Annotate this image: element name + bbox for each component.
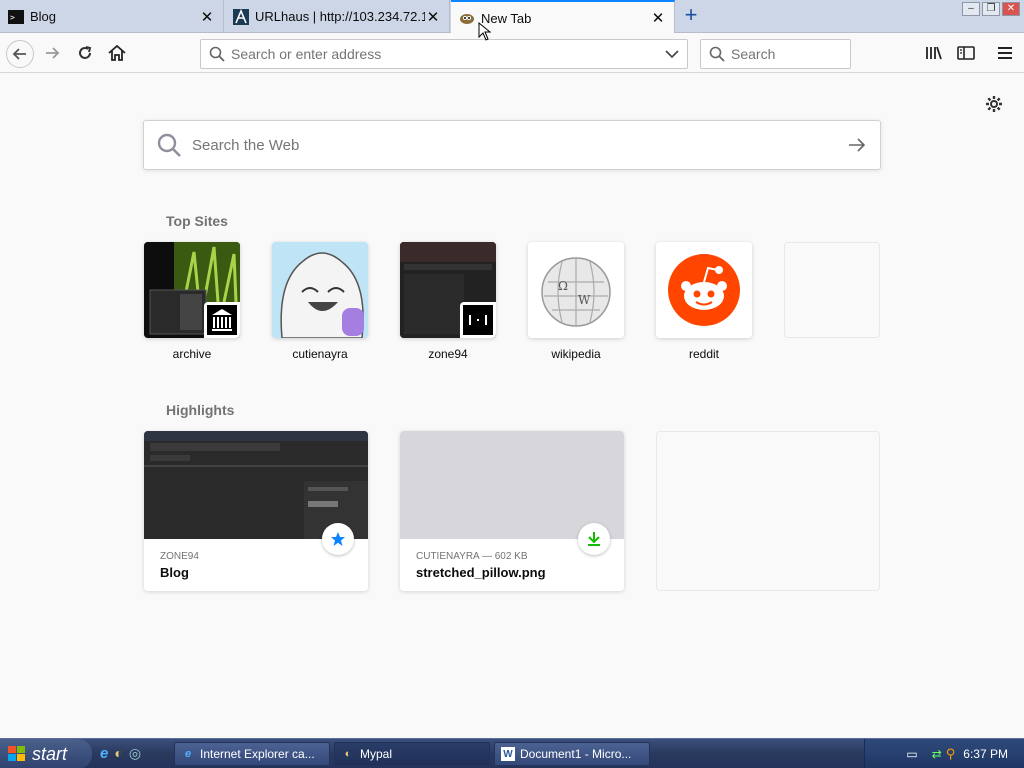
taskbar-task-mypal[interactable]: ◐ Mypal: [334, 742, 490, 766]
tab-title: New Tab: [481, 10, 532, 26]
minimize-icon[interactable]: –: [962, 2, 980, 16]
site-label: archive: [172, 347, 212, 361]
start-button[interactable]: start: [0, 739, 92, 768]
web-search-input[interactable]: [192, 125, 848, 165]
empty-site-placeholder: [784, 242, 880, 338]
top-site-empty-slot: [784, 242, 880, 338]
top-sites-heading: Top Sites: [166, 213, 228, 229]
search-icon: [209, 46, 225, 62]
close-tab-icon[interactable]: ✕: [650, 10, 666, 27]
app-quicklaunch-icon[interactable]: ◎: [129, 745, 141, 762]
svg-text:W: W: [578, 293, 591, 307]
library-icon[interactable]: [922, 41, 946, 65]
web-search-box[interactable]: [143, 120, 881, 170]
close-tab-icon[interactable]: ✕: [425, 9, 441, 26]
terminal-icon: >: [8, 9, 24, 25]
taskbar-task-word[interactable]: W Document1 - Micro...: [494, 742, 650, 766]
forward-arrow-icon[interactable]: [40, 41, 64, 65]
download-icon: [578, 523, 610, 555]
site-thumbnail: [144, 242, 240, 338]
sidebar-toggle-icon[interactable]: [954, 41, 978, 65]
new-tab-plus-icon[interactable]: +: [680, 4, 702, 27]
restore-icon[interactable]: ❐: [982, 2, 1000, 16]
svg-text:>: >: [10, 13, 15, 22]
site-label: wikipedia: [551, 347, 601, 361]
mouse-cursor-icon: [478, 21, 492, 47]
highlight-card-stretched-pillow[interactable]: CUTIENAYRA — 602 KB stretched_pillow.png: [400, 431, 624, 591]
reload-icon[interactable]: [73, 41, 97, 65]
mypal-icon: [459, 10, 475, 26]
task-label: Internet Explorer ca...: [200, 747, 315, 761]
search-icon: [156, 132, 182, 158]
tab-title: Blog: [30, 9, 57, 24]
hamburger-menu-icon[interactable]: [993, 41, 1017, 65]
tab-strip: > Blog ✕ URLhaus | http://103.234.72.163…: [0, 0, 1024, 34]
quick-launch: e ◐ ◎: [100, 745, 141, 762]
close-window-icon[interactable]: ✕: [1002, 2, 1020, 16]
highlight-title: Blog: [160, 565, 189, 580]
cutienayra-site-icon: [332, 302, 368, 338]
highlight-empty-slot: [656, 431, 880, 591]
start-label: start: [32, 743, 68, 764]
chevron-down-icon[interactable]: [665, 49, 679, 59]
mypal-quicklaunch-icon[interactable]: ◐: [114, 745, 122, 762]
top-site-archive[interactable]: archive: [144, 242, 240, 361]
task-label: Document1 - Micro...: [520, 747, 632, 761]
pong-site-icon: [460, 302, 496, 338]
internet-explorer-icon[interactable]: e: [100, 745, 108, 762]
reddit-icon: [656, 242, 752, 338]
site-label: cutienayra: [292, 347, 348, 361]
search-bar[interactable]: [700, 39, 851, 69]
search-icon: [709, 46, 725, 62]
address-input[interactable]: [231, 42, 665, 66]
highlight-card-zone94[interactable]: ZONE94 Blog: [144, 431, 368, 591]
url-bar[interactable]: [200, 39, 688, 69]
window-controls: – ❐ ✕: [962, 2, 1020, 16]
arrow-right-icon[interactable]: [848, 138, 866, 152]
archive-site-icon: [204, 302, 240, 338]
system-tray: ▭ ⇄ ⚲ 6:37 PM: [864, 739, 1024, 768]
navigation-toolbar: [0, 33, 1024, 73]
internet-explorer-icon: e: [184, 748, 192, 760]
windows-taskbar: start e ◐ ◎ e Internet Explorer ca... ◐ …: [0, 738, 1024, 768]
clock: 6:37 PM: [963, 747, 1008, 761]
highlight-meta: CUTIENAYRA — 602 KB: [416, 551, 528, 562]
highlights-heading: Highlights: [166, 402, 235, 418]
tab-urlhaus[interactable]: URLhaus | http://103.234.72.163 ✕: [225, 0, 450, 33]
home-icon[interactable]: [105, 41, 129, 65]
top-site-cutienayra[interactable]: cutienayra: [272, 242, 368, 361]
task-label: Mypal: [360, 747, 393, 761]
mypal-icon: ◐: [344, 748, 352, 760]
bookmark-star-icon: [322, 523, 354, 555]
keyboard-icon[interactable]: ▭: [906, 747, 917, 761]
taskbar-task-internet-explorer[interactable]: e Internet Explorer ca...: [174, 742, 330, 766]
site-thumbnail: [272, 242, 368, 338]
svg-text:Ω: Ω: [558, 279, 568, 293]
top-site-reddit[interactable]: reddit: [656, 242, 752, 361]
gear-icon[interactable]: [984, 94, 1004, 114]
network-icon[interactable]: ⇄: [932, 747, 942, 761]
tab-title: URLhaus | http://103.234.72.163: [255, 9, 425, 24]
urlhaus-icon: [233, 8, 249, 25]
search-tray-icon[interactable]: ⚲: [946, 746, 956, 762]
highlight-title: stretched_pillow.png: [416, 565, 546, 580]
word-document-icon: W: [501, 747, 515, 761]
site-thumbnail: [400, 242, 496, 338]
search-input[interactable]: [731, 42, 841, 66]
wikipedia-globe-icon: Ω W: [528, 242, 624, 338]
highlight-meta: ZONE94: [160, 551, 199, 562]
top-site-zone94[interactable]: zone94: [400, 242, 496, 361]
top-site-wikipedia[interactable]: Ω W wikipedia: [528, 242, 624, 361]
back-arrow-icon[interactable]: [6, 40, 34, 68]
site-label: reddit: [688, 347, 720, 361]
close-tab-icon[interactable]: ✕: [199, 9, 215, 26]
windows-logo-icon: [8, 746, 26, 762]
tab-blog[interactable]: > Blog ✕: [0, 0, 224, 33]
site-label: zone94: [428, 347, 468, 361]
